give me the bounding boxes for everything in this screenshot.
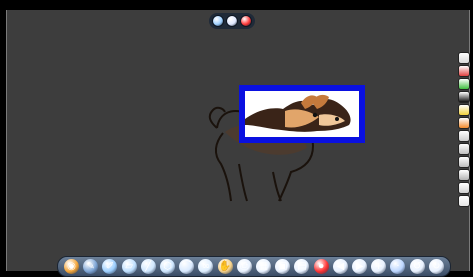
whiteboard-canvas[interactable]: ◉ ✎ ✐ ▱ ╱ ⬡ ⌒ ∞ ✋ ⎙ ▦ ▣ ▤ ⏺ ◀ ▶ + · ↺ ↻ — [6, 10, 470, 277]
yellow-marker-icon[interactable] — [458, 104, 470, 116]
right-toolbar — [457, 52, 470, 242]
redo-icon[interactable]: ↻ — [428, 259, 444, 274]
eraser-icon[interactable] — [458, 156, 470, 168]
forward-icon[interactable]: ▶ — [352, 259, 368, 274]
eraser-icon[interactable]: ▱ — [121, 259, 137, 274]
table-icon[interactable]: ▦ — [256, 259, 272, 274]
hand-icon[interactable]: ✋ — [217, 259, 233, 274]
minimize-button[interactable] — [212, 15, 224, 27]
highlighter-icon[interactable] — [458, 169, 470, 181]
pen-icon[interactable]: ✎ — [83, 259, 99, 274]
glass-icon[interactable] — [458, 52, 470, 64]
glasses-icon[interactable]: ∞ — [198, 259, 214, 274]
window-controls — [209, 13, 255, 29]
line-icon[interactable]: ╱ — [140, 259, 156, 274]
black-marker-icon[interactable] — [458, 91, 470, 103]
red-marker-icon[interactable] — [458, 65, 470, 77]
record-icon[interactable]: ⏺ — [313, 259, 329, 274]
capture-icon[interactable]: ⌒ — [179, 259, 195, 274]
separator-icon[interactable]: · — [390, 259, 406, 274]
highlight-image-svg — [245, 91, 359, 137]
highlight-box[interactable] — [239, 85, 365, 143]
close-button[interactable] — [240, 15, 252, 27]
highlighter-icon[interactable]: ✐ — [102, 259, 118, 274]
pen-icon[interactable] — [458, 130, 470, 142]
back-icon[interactable]: ◀ — [332, 259, 348, 274]
undo-icon[interactable]: ↺ — [409, 259, 425, 274]
pointer-icon[interactable] — [458, 182, 470, 194]
shape-icon[interactable]: ⬡ — [160, 259, 176, 274]
start-icon[interactable]: ◉ — [64, 259, 79, 274]
bottom-toolbar: ◉ ✎ ✐ ▱ ╱ ⬡ ⌒ ∞ ✋ ⎙ ▦ ▣ ▤ ⏺ ◀ ▶ + · ↺ ↻ — [57, 256, 451, 277]
photo-icon[interactable]: ▣ — [275, 259, 291, 274]
print-icon[interactable]: ⎙ — [236, 259, 252, 274]
cup-icon[interactable] — [458, 195, 470, 207]
add-page-icon[interactable]: + — [371, 259, 387, 274]
orange-marker-icon[interactable] — [458, 117, 470, 129]
folder-icon[interactable]: ▤ — [294, 259, 310, 274]
brush-icon[interactable] — [458, 143, 470, 155]
restore-button[interactable] — [226, 15, 238, 27]
green-marker-icon[interactable] — [458, 78, 470, 90]
